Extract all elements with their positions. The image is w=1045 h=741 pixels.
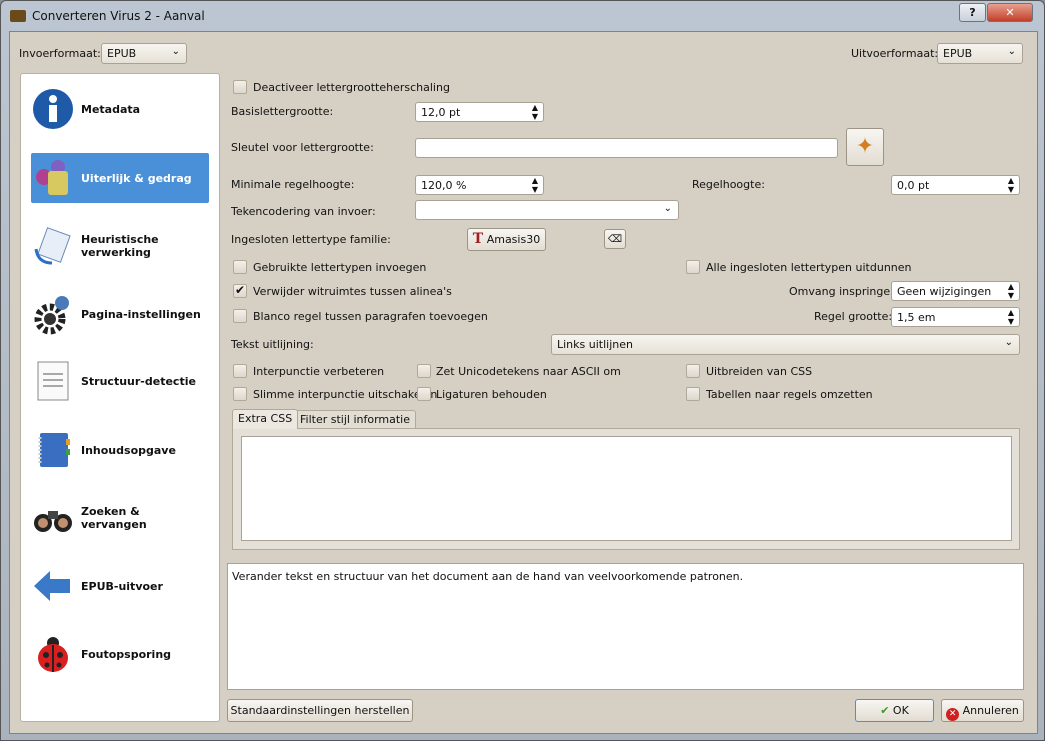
expand-css-checkbox[interactable]	[686, 364, 700, 378]
text-justify-label: Tekst uitlijning:	[231, 338, 314, 351]
gear-icon	[31, 292, 75, 336]
sidebar-item-pagina[interactable]: Pagina-instellingen	[31, 289, 209, 339]
spin-arrows-icon: ▲ ▼	[531, 103, 538, 121]
disable-font-rescale-label: Deactiveer lettergrootteherschaling	[253, 81, 450, 94]
unsmarten-punct-checkbox[interactable]	[233, 387, 247, 401]
check-icon: ✔	[880, 704, 890, 717]
restore-defaults-button[interactable]: Standaardinstellingen herstellen	[227, 699, 413, 722]
ok-button[interactable]: ✔ OK	[855, 699, 934, 722]
arrow-left-icon	[31, 564, 75, 608]
expand-css-label: Uitbreiden van CSS	[706, 365, 813, 378]
input-encoding-combo[interactable]: ⌄	[415, 200, 679, 220]
chevron-down-icon: ⌄	[171, 46, 180, 57]
tab-extra-css[interactable]: Extra CSS	[232, 409, 299, 429]
remove-spacing-checkbox[interactable]: ✔	[233, 284, 247, 298]
font-icon: T	[472, 231, 484, 247]
input-format-select[interactable]: EPUB ⌄	[101, 43, 187, 64]
indent-size-spinbox[interactable]: Geen wijzigingen ▲ ▼	[891, 281, 1020, 301]
spin-arrows-icon: ▲ ▼	[1007, 282, 1014, 300]
chevron-down-icon: ⌄	[663, 203, 672, 214]
sidebar-item-heuristisch[interactable]: Heuristische verwerking	[31, 221, 209, 271]
chevron-down-icon: ⌄	[1007, 46, 1016, 57]
close-button[interactable]: ✕	[987, 3, 1033, 22]
sidebar-item-epub[interactable]: EPUB-uitvoer	[31, 561, 209, 611]
sidebar-item-inhoudsopgave[interactable]: Inhoudsopgave	[31, 425, 209, 475]
sidebar-item-zoeken[interactable]: Zoeken & vervangen	[31, 493, 209, 543]
spin-arrows-icon: ▲ ▼	[531, 176, 538, 194]
keep-ligatures-checkbox[interactable]	[417, 387, 431, 401]
ladybug-icon	[31, 632, 75, 676]
font-key-wizard-button[interactable]: ✦	[846, 128, 884, 166]
text-justify-select[interactable]: Links uitlijnen ⌄	[551, 334, 1020, 355]
heuristic-icon	[31, 224, 75, 268]
input-format-label: Invoerformaat:	[19, 47, 101, 60]
font-size-key-label: Sleutel voor lettergrootte:	[231, 141, 374, 154]
document-icon	[31, 359, 75, 403]
asciiize-label: Zet Unicodetekens naar ASCII om	[436, 365, 621, 378]
embed-font-family-label: Ingesloten lettertype familie:	[231, 233, 391, 246]
smarten-punct-label: Interpunctie verbeteren	[253, 365, 385, 378]
base-font-size-label: Basislettergrootte:	[231, 105, 334, 118]
tab-panel	[232, 428, 1020, 550]
base-font-size-spinbox[interactable]: 12,0 pt ▲ ▼	[415, 102, 544, 122]
wand-icon: ✦	[855, 134, 875, 159]
spin-arrows-icon: ▲ ▼	[1007, 308, 1014, 326]
dialog-client: Invoerformaat: EPUB ⌄ Uitvoerformaat: EPU…	[9, 31, 1038, 734]
sidebar: Metadata Uiterlijk & gedrag Heuristische…	[20, 73, 220, 722]
blank-line-checkbox[interactable]	[233, 309, 247, 323]
font-family-button[interactable]: T Amasis30	[467, 228, 546, 251]
extra-css-textarea[interactable]	[241, 436, 1012, 541]
input-encoding-label: Tekencodering van invoer:	[231, 205, 376, 218]
help-button[interactable]: ?	[959, 3, 986, 22]
window-title: Converteren Virus 2 - Aanval	[32, 9, 205, 23]
clear-font-button[interactable]: ⌫	[604, 229, 626, 249]
output-format-select[interactable]: EPUB ⌄	[937, 43, 1023, 64]
spin-arrows-icon: ▲ ▼	[1007, 176, 1014, 194]
min-line-height-spinbox[interactable]: 120,0 % ▲ ▼	[415, 175, 544, 195]
smarten-punct-checkbox[interactable]	[233, 364, 247, 378]
binoculars-icon	[31, 496, 75, 540]
disable-font-rescale-checkbox[interactable]	[233, 80, 247, 94]
unsmarten-punct-label: Slimme interpunctie uitschakelen	[253, 388, 438, 401]
book-icon	[31, 428, 75, 472]
embed-used-fonts-checkbox[interactable]	[233, 260, 247, 274]
app-icon	[10, 10, 26, 22]
min-line-height-label: Minimale regelhoogte:	[231, 178, 355, 191]
remove-spacing-label: Verwijder witruimtes tussen alinea's	[253, 285, 452, 298]
linearize-tables-checkbox[interactable]	[686, 387, 700, 401]
line-size-label: Regel grootte:	[814, 310, 893, 323]
title-bar: Converteren Virus 2 - Aanval ? ✕	[1, 1, 1044, 31]
tab-filter-style[interactable]: Filter stijl informatie	[294, 410, 416, 429]
line-height-spinbox[interactable]: 0,0 pt ▲ ▼	[891, 175, 1020, 195]
subset-fonts-checkbox[interactable]	[686, 260, 700, 274]
blank-line-label: Blanco regel tussen paragrafen toevoegen	[253, 310, 488, 323]
sidebar-item-uiterlijk[interactable]: Uiterlijk & gedrag	[31, 153, 209, 203]
embed-used-fonts-label: Gebruikte lettertypen invoegen	[253, 261, 427, 274]
sidebar-item-foutopsporing[interactable]: Foutopsporing	[31, 629, 209, 679]
font-size-key-input[interactable]	[415, 138, 838, 158]
sidebar-item-metadata[interactable]: Metadata	[31, 84, 209, 134]
cancel-icon: ✕	[946, 708, 960, 721]
cancel-button[interactable]: ✕ Annuleren	[941, 699, 1024, 722]
line-height-label: Regelhoogte:	[692, 178, 765, 191]
keep-ligatures-label: Ligaturen behouden	[436, 388, 547, 401]
paint-icon	[31, 156, 75, 200]
help-text-box: Verander tekst en structuur van het docu…	[227, 563, 1024, 690]
indent-size-label: Omvang inspringen:	[789, 285, 901, 298]
info-icon	[31, 87, 75, 131]
backspace-icon: ⌫	[607, 234, 623, 245]
dialog-window: Converteren Virus 2 - Aanval ? ✕ Invoerf…	[0, 0, 1045, 741]
output-format-label: Uitvoerformaat:	[851, 47, 939, 60]
line-size-spinbox[interactable]: 1,5 em ▲ ▼	[891, 307, 1020, 327]
chevron-down-icon: ⌄	[1004, 337, 1013, 348]
asciiize-checkbox[interactable]	[417, 364, 431, 378]
subset-fonts-label: Alle ingesloten lettertypen uitdunnen	[706, 261, 912, 274]
sidebar-item-structuur[interactable]: Structuur-detectie	[31, 356, 209, 406]
linearize-tables-label: Tabellen naar regels omzetten	[706, 388, 873, 401]
